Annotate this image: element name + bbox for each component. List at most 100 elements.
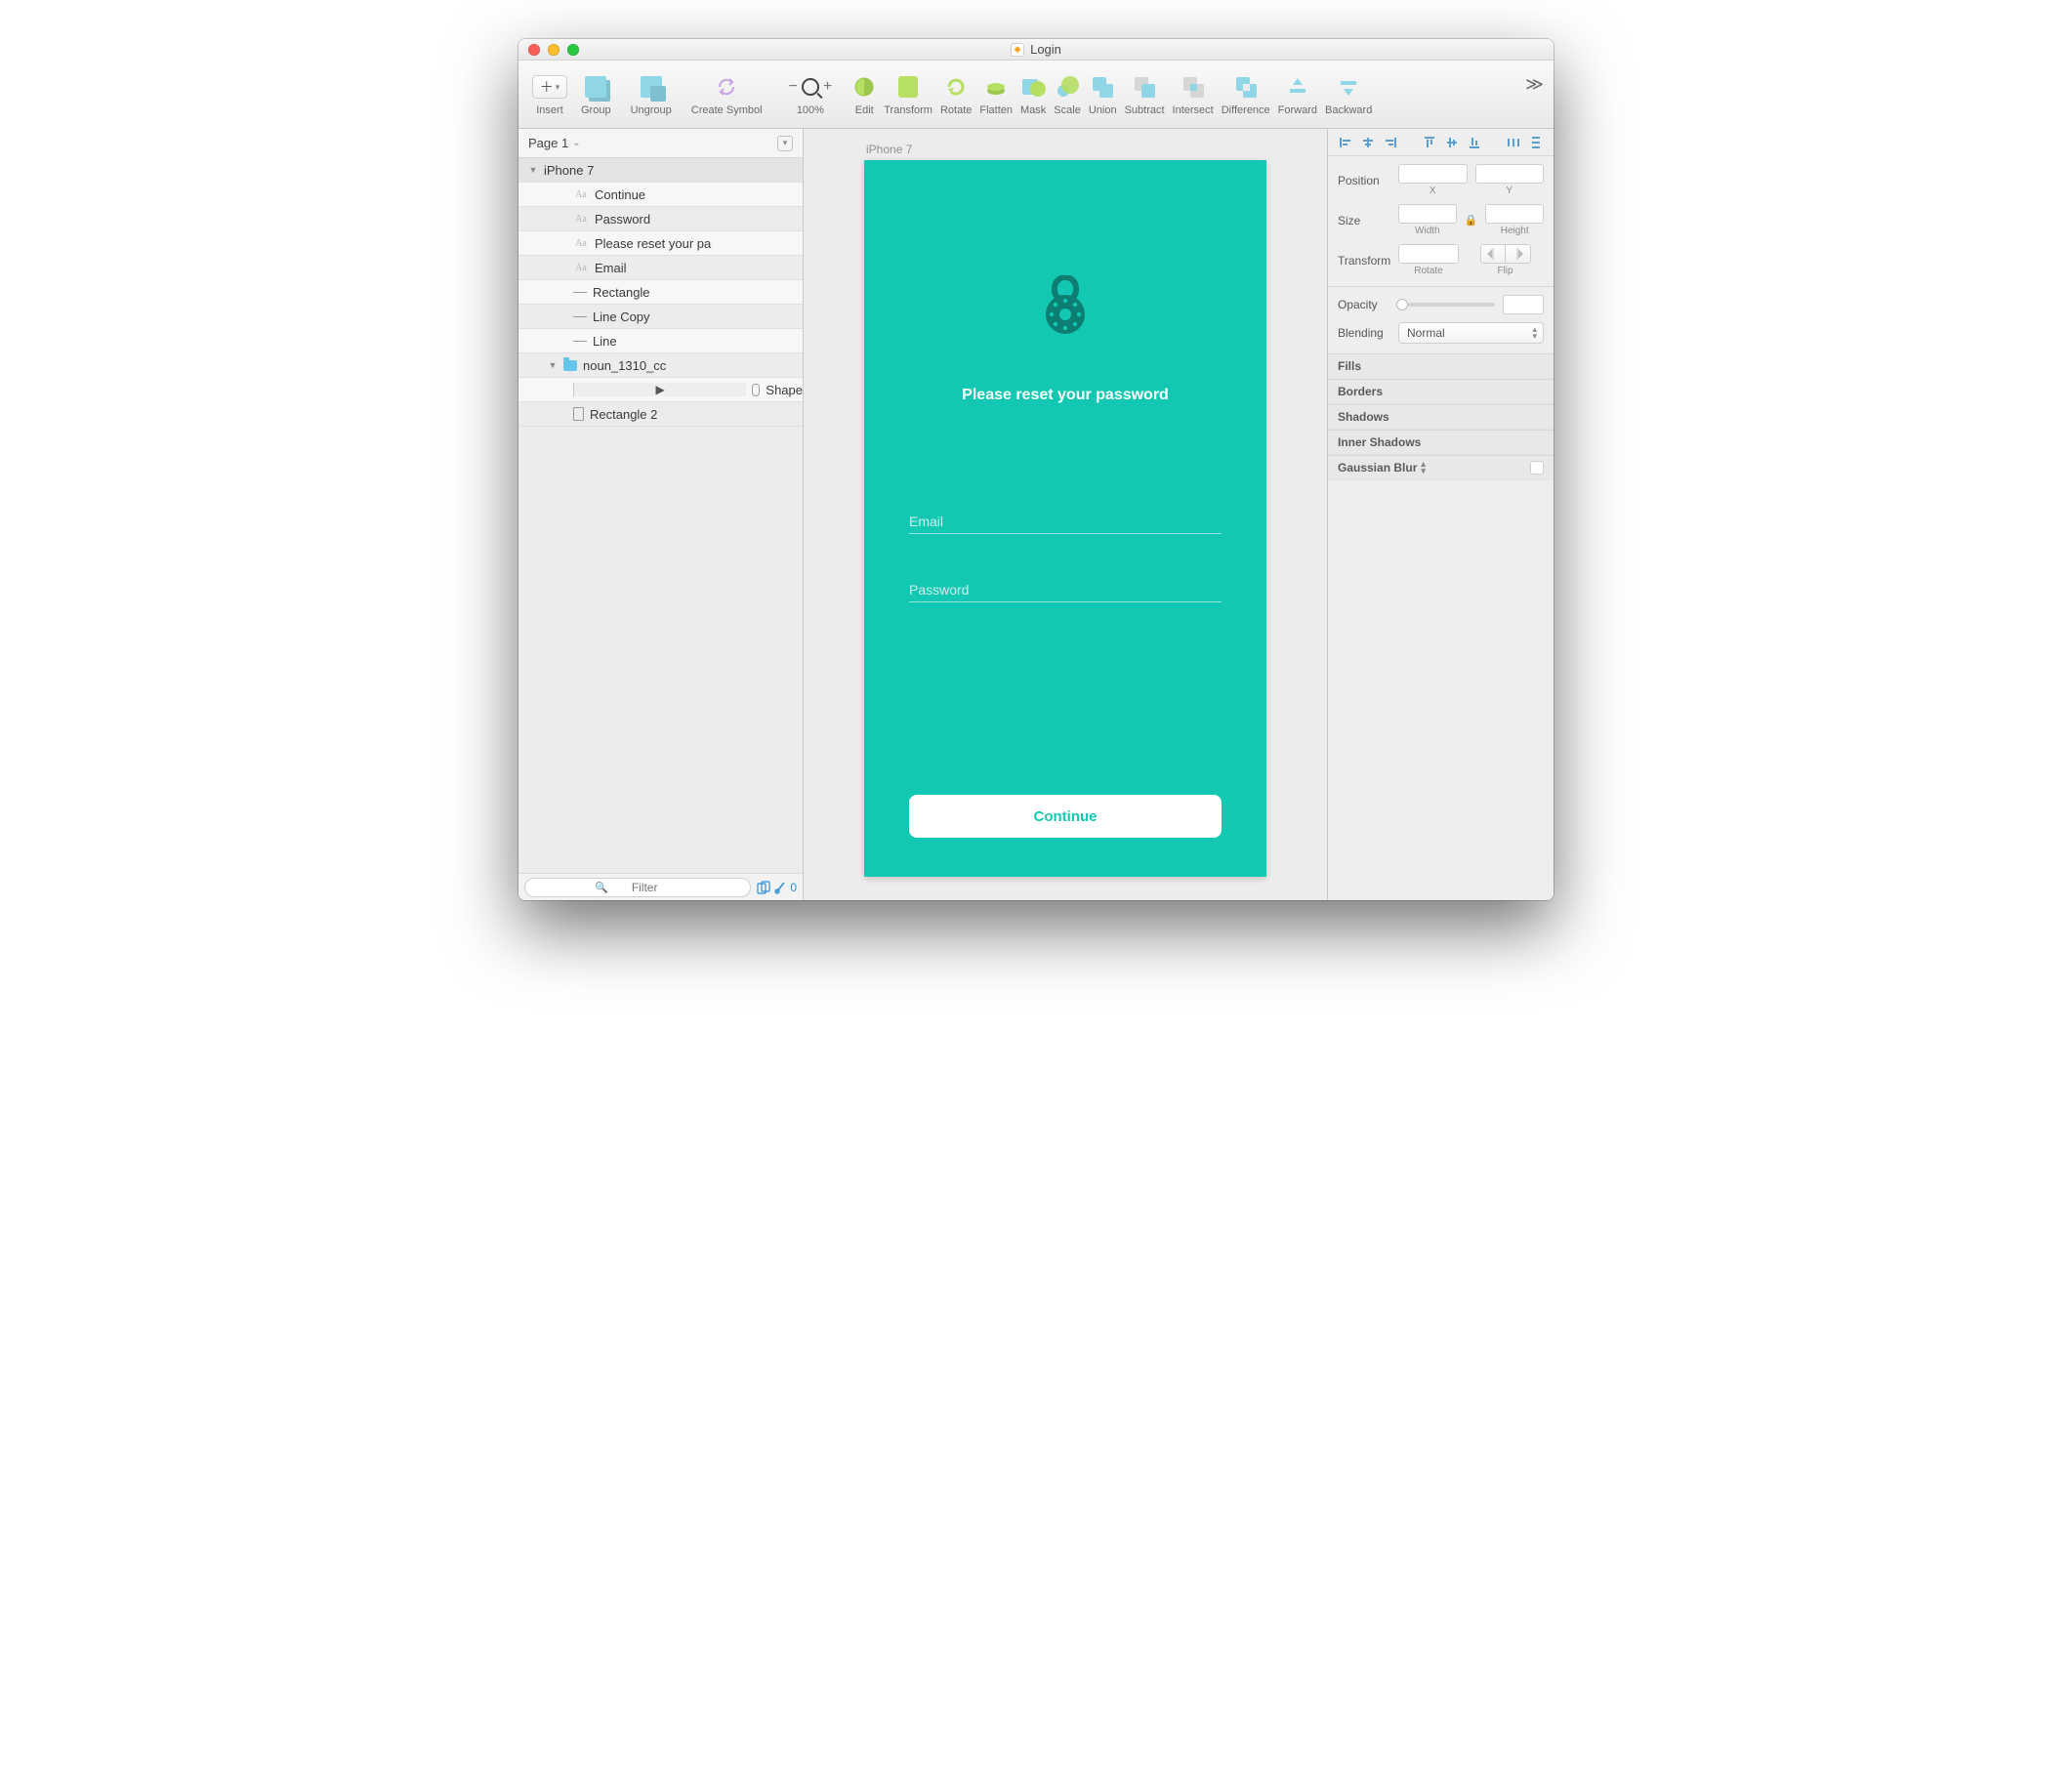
layer-item[interactable]: Aa Please reset your pa xyxy=(518,231,803,256)
insert-button[interactable]: ＋ ▾ Insert xyxy=(528,72,571,116)
filter-input[interactable] xyxy=(524,878,751,897)
layer-item[interactable]: Rectangle 2 xyxy=(518,402,803,427)
align-controls xyxy=(1328,129,1554,156)
opacity-slider[interactable] xyxy=(1398,303,1495,307)
subtract-button[interactable]: Subtract xyxy=(1121,72,1169,116)
toolbar: ＋ ▾ Insert Group Ungroup Create Symbol −… xyxy=(518,61,1554,129)
reset-heading: Please reset your password xyxy=(864,387,1266,404)
align-center-h-icon[interactable] xyxy=(1361,136,1375,149)
align-top-icon[interactable] xyxy=(1423,136,1436,149)
disclosure-triangle-icon[interactable] xyxy=(573,383,746,396)
disclosure-triangle-icon[interactable] xyxy=(548,360,558,370)
zoom-in-icon[interactable]: + xyxy=(823,78,832,96)
artboard-label[interactable]: iPhone 7 xyxy=(864,143,1266,160)
select-arrows-icon: ▴▾ xyxy=(1532,326,1537,340)
difference-button[interactable]: Difference xyxy=(1218,72,1274,116)
align-bottom-icon[interactable] xyxy=(1468,136,1481,149)
layer-folder[interactable]: noun_1310_cc xyxy=(518,353,803,378)
width-input[interactable] xyxy=(1398,204,1457,224)
inner-shadows-section[interactable]: Inner Shadows xyxy=(1328,430,1554,455)
gaussian-blur-section[interactable]: Gaussian Blur ▴▾ xyxy=(1328,455,1554,480)
layer-artboard[interactable]: iPhone 7 xyxy=(518,158,803,183)
borders-section[interactable]: Borders xyxy=(1328,379,1554,404)
app-window: ◆ Login ＋ ▾ Insert Group Ungroup Create … xyxy=(518,39,1554,900)
forward-button[interactable]: Forward xyxy=(1274,72,1321,116)
window-title-text: Login xyxy=(1030,42,1061,57)
zoom-out-icon[interactable]: − xyxy=(789,78,798,96)
shape-icon xyxy=(752,384,760,396)
difference-icon xyxy=(1234,75,1258,99)
blending-select[interactable]: Normal ▴▾ xyxy=(1398,322,1544,344)
subtract-icon xyxy=(1133,75,1156,99)
rotate-input[interactable] xyxy=(1398,244,1459,264)
rectangle-icon xyxy=(573,407,584,421)
transform-button[interactable]: Transform xyxy=(880,72,936,116)
layer-item[interactable]: Line xyxy=(518,329,803,353)
distribute-h-icon[interactable] xyxy=(1507,136,1520,149)
artboard[interactable]: Please reset your password Email Passwor… xyxy=(864,160,1266,877)
layer-item[interactable]: Aa Password xyxy=(518,207,803,231)
select-arrows-icon: ▴▾ xyxy=(1421,461,1426,475)
layer-item[interactable]: Shape xyxy=(518,378,803,402)
text-layer-icon: Aa xyxy=(573,214,589,225)
continue-button[interactable]: Continue xyxy=(909,795,1222,838)
lock-aspect-icon[interactable]: 🔒 xyxy=(1465,214,1478,227)
ungroup-button[interactable]: Ungroup xyxy=(621,72,682,116)
scale-button[interactable]: Scale xyxy=(1050,72,1085,116)
text-layer-icon: Aa xyxy=(573,238,589,249)
page-selector[interactable]: Page 1 ⌄ ▾ xyxy=(518,129,803,158)
password-field[interactable]: Password xyxy=(909,582,1222,602)
forward-icon xyxy=(1286,75,1309,99)
email-field[interactable]: Email xyxy=(909,514,1222,534)
edit-icon xyxy=(852,75,876,99)
edit-button[interactable]: Edit xyxy=(849,72,880,116)
pages-grid-icon[interactable]: ▾ xyxy=(777,136,793,151)
group-button[interactable]: Group xyxy=(571,72,621,116)
flatten-button[interactable]: Flatten xyxy=(975,72,1016,116)
layer-item[interactable]: Aa Email xyxy=(518,256,803,280)
gaussian-blur-checkbox[interactable] xyxy=(1530,461,1544,475)
intersect-button[interactable]: Intersect xyxy=(1169,72,1218,116)
mask-button[interactable]: Mask xyxy=(1016,72,1050,116)
union-button[interactable]: Union xyxy=(1085,72,1121,116)
blending-row: Blending Normal ▴▾ xyxy=(1328,322,1554,353)
position-label: Position xyxy=(1338,174,1390,187)
page-name: Page 1 xyxy=(528,136,568,150)
filter-badges[interactable]: 0 xyxy=(757,881,797,894)
backward-button[interactable]: Backward xyxy=(1321,72,1376,116)
create-symbol-button[interactable]: Create Symbol xyxy=(682,72,772,116)
lock-icon xyxy=(1038,275,1093,336)
opacity-row: Opacity xyxy=(1328,287,1554,322)
geometry-section: Position X Y Size Width 🔒 Height Transfo… xyxy=(1328,156,1554,287)
position-y-input[interactable] xyxy=(1475,164,1545,184)
flatten-icon xyxy=(984,75,1008,99)
position-x-input[interactable] xyxy=(1398,164,1468,184)
layer-item[interactable]: Aa Continue xyxy=(518,183,803,207)
layers-panel: Page 1 ⌄ ▾ iPhone 7 Aa Continue Aa Passw… xyxy=(518,129,804,900)
backward-icon xyxy=(1337,75,1360,99)
filter-bar: 🔍 0 xyxy=(518,873,803,900)
zoom-control[interactable]: − + 100% xyxy=(785,72,837,116)
distribute-v-icon[interactable] xyxy=(1529,136,1543,149)
rotate-button[interactable]: Rotate xyxy=(936,72,975,116)
canvas[interactable]: iPhone 7 Please reset your password Emai… xyxy=(804,129,1327,900)
window-title: ◆ Login xyxy=(518,42,1554,57)
chevron-down-icon: ⌄ xyxy=(572,138,580,148)
disclosure-triangle-icon[interactable] xyxy=(528,165,538,175)
opacity-input[interactable] xyxy=(1503,295,1544,314)
shadows-section[interactable]: Shadows xyxy=(1328,404,1554,430)
layer-item[interactable]: Rectangle xyxy=(518,280,803,305)
flip-h-button[interactable] xyxy=(1480,244,1506,264)
size-label: Size xyxy=(1338,214,1390,227)
opacity-label: Opacity xyxy=(1338,298,1390,311)
flip-v-button[interactable] xyxy=(1506,244,1531,264)
layers-list: iPhone 7 Aa Continue Aa Password Aa Plea… xyxy=(518,158,803,873)
align-center-v-icon[interactable] xyxy=(1445,136,1459,149)
toolbar-overflow[interactable]: ≫ xyxy=(1525,74,1544,95)
layer-item[interactable]: Line Copy xyxy=(518,305,803,329)
align-right-icon[interactable] xyxy=(1384,136,1397,149)
align-left-icon[interactable] xyxy=(1339,136,1352,149)
fills-section[interactable]: Fills xyxy=(1328,353,1554,379)
height-input[interactable] xyxy=(1485,204,1544,224)
titlebar: ◆ Login xyxy=(518,39,1554,61)
